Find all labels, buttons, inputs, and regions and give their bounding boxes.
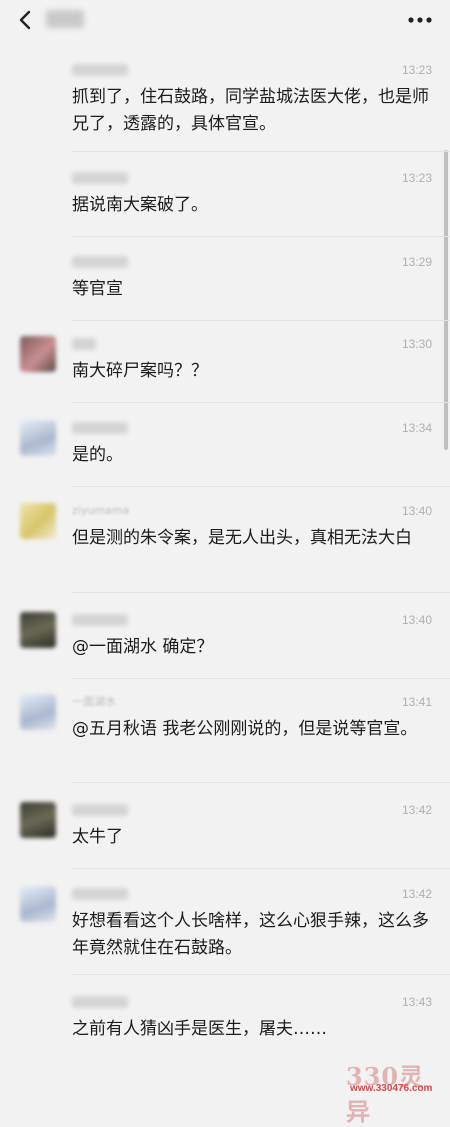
- message-time: 13:43: [401, 995, 432, 1009]
- sender-name-blurred: [72, 172, 128, 184]
- message-text: 是的。: [72, 445, 123, 465]
- message-item: 13:34 是的。: [0, 420, 450, 480]
- sender-name-blurred: [72, 64, 128, 76]
- message-item: 13:23 据说南大案破了。: [0, 170, 450, 230]
- message-time: 13:34: [401, 421, 432, 435]
- sender-name: 一面湖水: [72, 695, 116, 708]
- sender-name-blurred: [72, 614, 128, 626]
- message-text: 等官宣: [72, 279, 123, 299]
- sender-name-blurred: [72, 422, 128, 434]
- sender-name-blurred: [72, 996, 128, 1008]
- divider: [72, 320, 450, 321]
- message-item: 13:29 等官宣: [0, 254, 450, 314]
- divider: [72, 868, 450, 869]
- message-item: 13:23 抓到了，住石鼓路，同学盐城法医大佬，也是师兄了，透露的，具体官宣。: [0, 62, 450, 134]
- avatar[interactable]: [20, 420, 56, 456]
- message-text: 好想看看这个人长啥样，这么心狠手辣，这么多年竟然就住在石鼓路。: [72, 911, 429, 958]
- divider: [72, 486, 450, 487]
- site-watermark: 330灵异 www.330476.com: [346, 1057, 442, 1126]
- avatar[interactable]: [20, 336, 56, 372]
- message-text: 据说南大案破了。: [72, 195, 208, 215]
- avatar[interactable]: [20, 612, 56, 648]
- divider: [72, 678, 450, 679]
- avatar[interactable]: [20, 886, 56, 922]
- message-item: 13:42 太牛了: [0, 802, 450, 862]
- sender-name-blurred: [72, 804, 128, 816]
- chat-header: [0, 0, 450, 40]
- avatar[interactable]: [20, 802, 56, 838]
- divider: [72, 974, 450, 975]
- chat-title-blurred: [46, 10, 84, 28]
- watermark-url: www.330476.com: [350, 1083, 433, 1094]
- message-time: 13:42: [401, 887, 432, 901]
- sender-name-blurred: [72, 338, 96, 350]
- message-item: 13:40 @一面湖水 确定？: [0, 612, 450, 672]
- message-text: 但是测的朱令案，是无人出头，真相无法大白: [72, 528, 412, 548]
- sender-name-blurred: [72, 888, 128, 900]
- sender-name: ziyumama: [72, 504, 130, 517]
- avatar[interactable]: [20, 503, 56, 539]
- more-dots-icon[interactable]: [406, 8, 434, 32]
- avatar[interactable]: [20, 694, 56, 730]
- message-text: 抓到了，住石鼓路，同学盐城法医大佬，也是师兄了，透露的，具体官宣。: [72, 87, 429, 134]
- message-time: 13:23: [401, 171, 432, 185]
- message-text: @一面湖水 确定？: [72, 637, 214, 657]
- message-time: 13:29: [401, 255, 432, 269]
- message-time: 13:30: [401, 337, 432, 351]
- message-item: 13:43 之前有人猜凶手是医生，屠夫……: [0, 994, 450, 1054]
- divider: [72, 236, 450, 237]
- message-item: ziyumama 13:40 但是测的朱令案，是无人出头，真相无法大白: [0, 503, 450, 583]
- message-item: 一面湖水 13:41 @五月秋语 我老公刚刚说的，但是说等官宣。: [0, 694, 450, 774]
- message-text: @五月秋语 我老公刚刚说的，但是说等官宣。: [72, 719, 418, 739]
- message-time: 13:42: [401, 803, 432, 817]
- message-text: 之前有人猜凶手是医生，屠夫……: [72, 1019, 327, 1039]
- message-text: 南大碎尸案吗？？: [72, 361, 208, 381]
- divider: [72, 402, 450, 403]
- divider: [72, 592, 450, 593]
- sender-name-blurred: [72, 256, 128, 268]
- divider: [72, 151, 450, 152]
- message-item: 13:30 南大碎尸案吗？？: [0, 336, 450, 396]
- message-time: 13:23: [401, 63, 432, 77]
- message-time: 13:40: [401, 613, 432, 627]
- message-text: 太牛了: [72, 827, 123, 847]
- message-time: 13:40: [401, 504, 432, 518]
- divider: [72, 782, 450, 783]
- message-item: 13:42 好想看看这个人长啥样，这么心狠手辣，这么多年竟然就住在石鼓路。: [0, 886, 450, 966]
- message-time: 13:41: [401, 695, 432, 709]
- chevron-left-icon[interactable]: [14, 8, 38, 32]
